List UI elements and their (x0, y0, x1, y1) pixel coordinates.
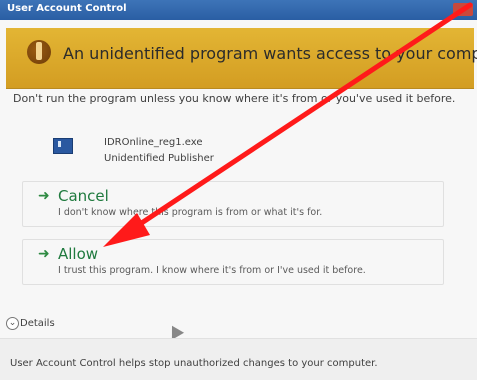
close-button[interactable] (453, 3, 473, 16)
cancel-option[interactable]: ➜ Cancel I don't know where this program… (22, 181, 444, 227)
uac-dialog: User Account Control An unidentified pro… (0, 0, 477, 380)
banner-message: An unidentified program wants access to … (63, 44, 477, 63)
cancel-option-description: I don't know where this program is from … (58, 207, 323, 218)
details-toggle[interactable]: ⌄ Details (6, 317, 55, 330)
cancel-option-label: Cancel (58, 187, 109, 205)
details-label: Details (20, 318, 55, 329)
arrow-right-icon: ➜ (38, 246, 50, 262)
program-publisher: Unidentified Publisher (104, 153, 214, 164)
titlebar: User Account Control (0, 0, 477, 20)
chevron-down-icon: ⌄ (6, 317, 19, 330)
program-icon (53, 138, 73, 154)
allow-option-description: I trust this program. I know where it's … (58, 265, 366, 276)
allow-option-label: Allow (58, 245, 99, 263)
arrow-right-icon: ➜ (38, 188, 50, 204)
shield-icon (27, 40, 51, 64)
intro-text: Don't run the program unless you know wh… (13, 92, 456, 105)
window-title: User Account Control (7, 3, 127, 14)
allow-option[interactable]: ➜ Allow I trust this program. I know whe… (22, 239, 444, 285)
program-name: IDROnline_reg1.exe (104, 137, 203, 148)
footer-text: User Account Control helps stop unauthor… (10, 358, 378, 369)
